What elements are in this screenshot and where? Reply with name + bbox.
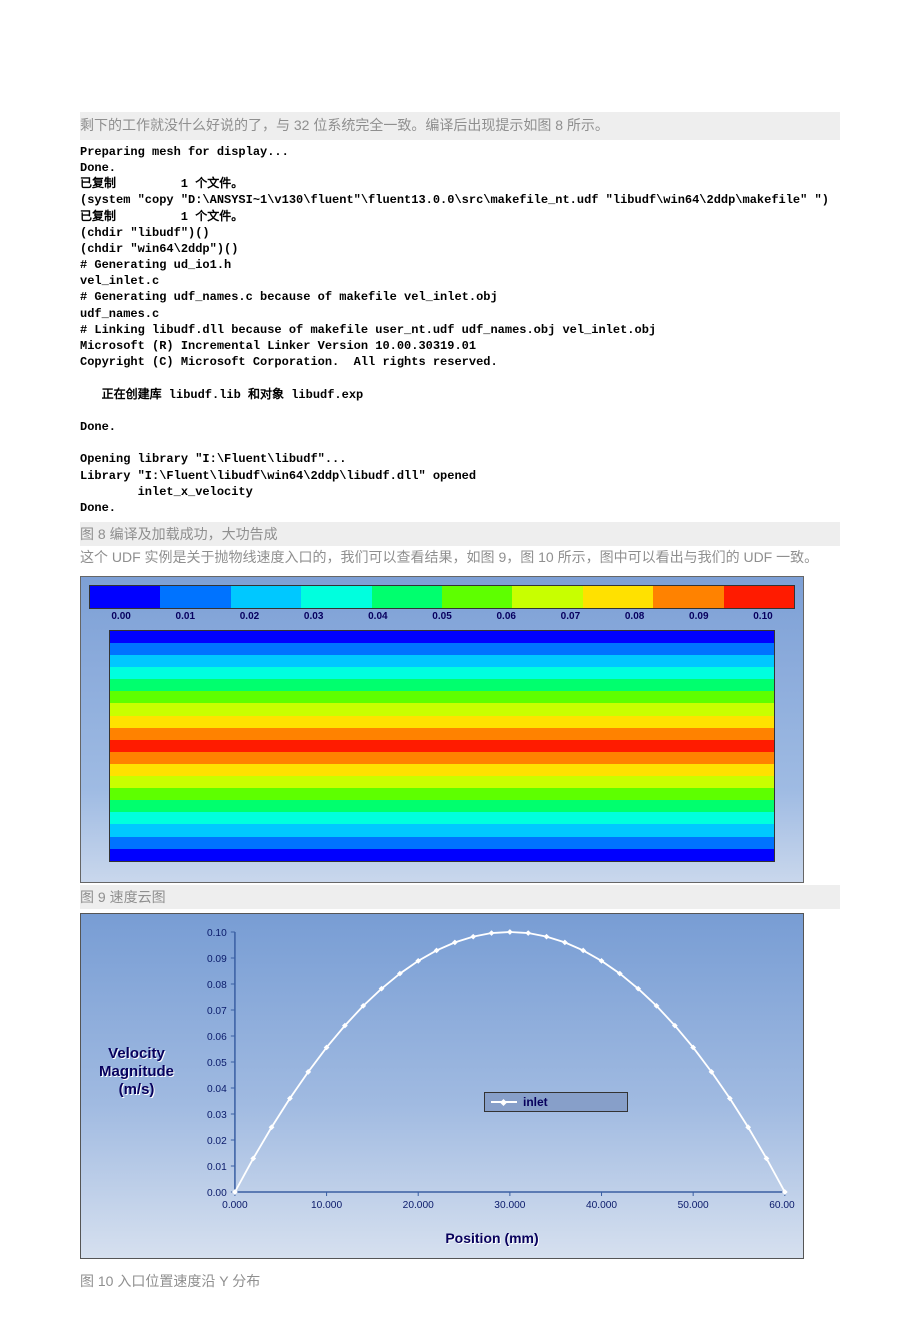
contour-scale-bar (89, 585, 795, 609)
x-axis-title: Position (mm) (81, 1230, 803, 1258)
intro-text: 剩下的工作就没什么好说的了，与 32 位系统完全一致。编译后出现提示如图 8 所… (80, 112, 840, 140)
svg-text:0.10: 0.10 (207, 928, 227, 939)
svg-text:0.00: 0.00 (207, 1188, 227, 1199)
svg-text:0.07: 0.07 (207, 1006, 227, 1017)
console-output: Preparing mesh for display... Done. 已复制 … (80, 140, 840, 520)
contour-figure: 0.000.010.020.030.040.050.060.070.080.09… (80, 576, 804, 883)
contour-area (109, 630, 775, 862)
svg-text:20.000: 20.000 (403, 1200, 435, 1211)
paragraph-figures-9-10: 这个 UDF 实例是关于抛物线速度入口的，我们可以查看结果，如图 9，图 10 … (80, 546, 840, 570)
svg-text:0.09: 0.09 (207, 954, 227, 965)
svg-text:0.03: 0.03 (207, 1110, 227, 1121)
svg-text:30.000: 30.000 (494, 1200, 526, 1211)
svg-text:0.000: 0.000 (222, 1200, 248, 1211)
svg-text:0.04: 0.04 (207, 1084, 227, 1095)
svg-text:0.01: 0.01 (207, 1162, 227, 1173)
xy-plot-figure: Velocity Magnitude (m/s) 0.000.010.020.0… (80, 913, 804, 1259)
plot-legend: inlet (484, 1092, 628, 1112)
svg-text:60.000: 60.000 (769, 1200, 795, 1211)
svg-text:0.02: 0.02 (207, 1136, 227, 1147)
svg-text:10.000: 10.000 (311, 1200, 343, 1211)
svg-text:0.05: 0.05 (207, 1058, 227, 1069)
svg-text:0.08: 0.08 (207, 980, 227, 991)
svg-text:50.000: 50.000 (678, 1200, 710, 1211)
legend-label: inlet (523, 1095, 548, 1109)
svg-text:40.000: 40.000 (586, 1200, 618, 1211)
contour-scale-labels: 0.000.010.020.030.040.050.060.070.080.09… (89, 611, 795, 622)
svg-text:0.06: 0.06 (207, 1032, 227, 1043)
figure-9-caption: 图 9 速度云图 (80, 885, 840, 909)
figure-8-caption: 图 8 编译及加载成功，大功告成 (80, 522, 840, 546)
legend-line-icon (491, 1101, 517, 1103)
figure-10-caption: 图 10 入口位置速度沿 Y 分布 (80, 1269, 840, 1293)
y-axis-title: Velocity Magnitude (m/s) (89, 922, 184, 1222)
plot-svg: 0.00 0.01 0.02 0.03 0.04 0.05 0.06 0.07 0.08 0.09… (184, 922, 795, 1222)
